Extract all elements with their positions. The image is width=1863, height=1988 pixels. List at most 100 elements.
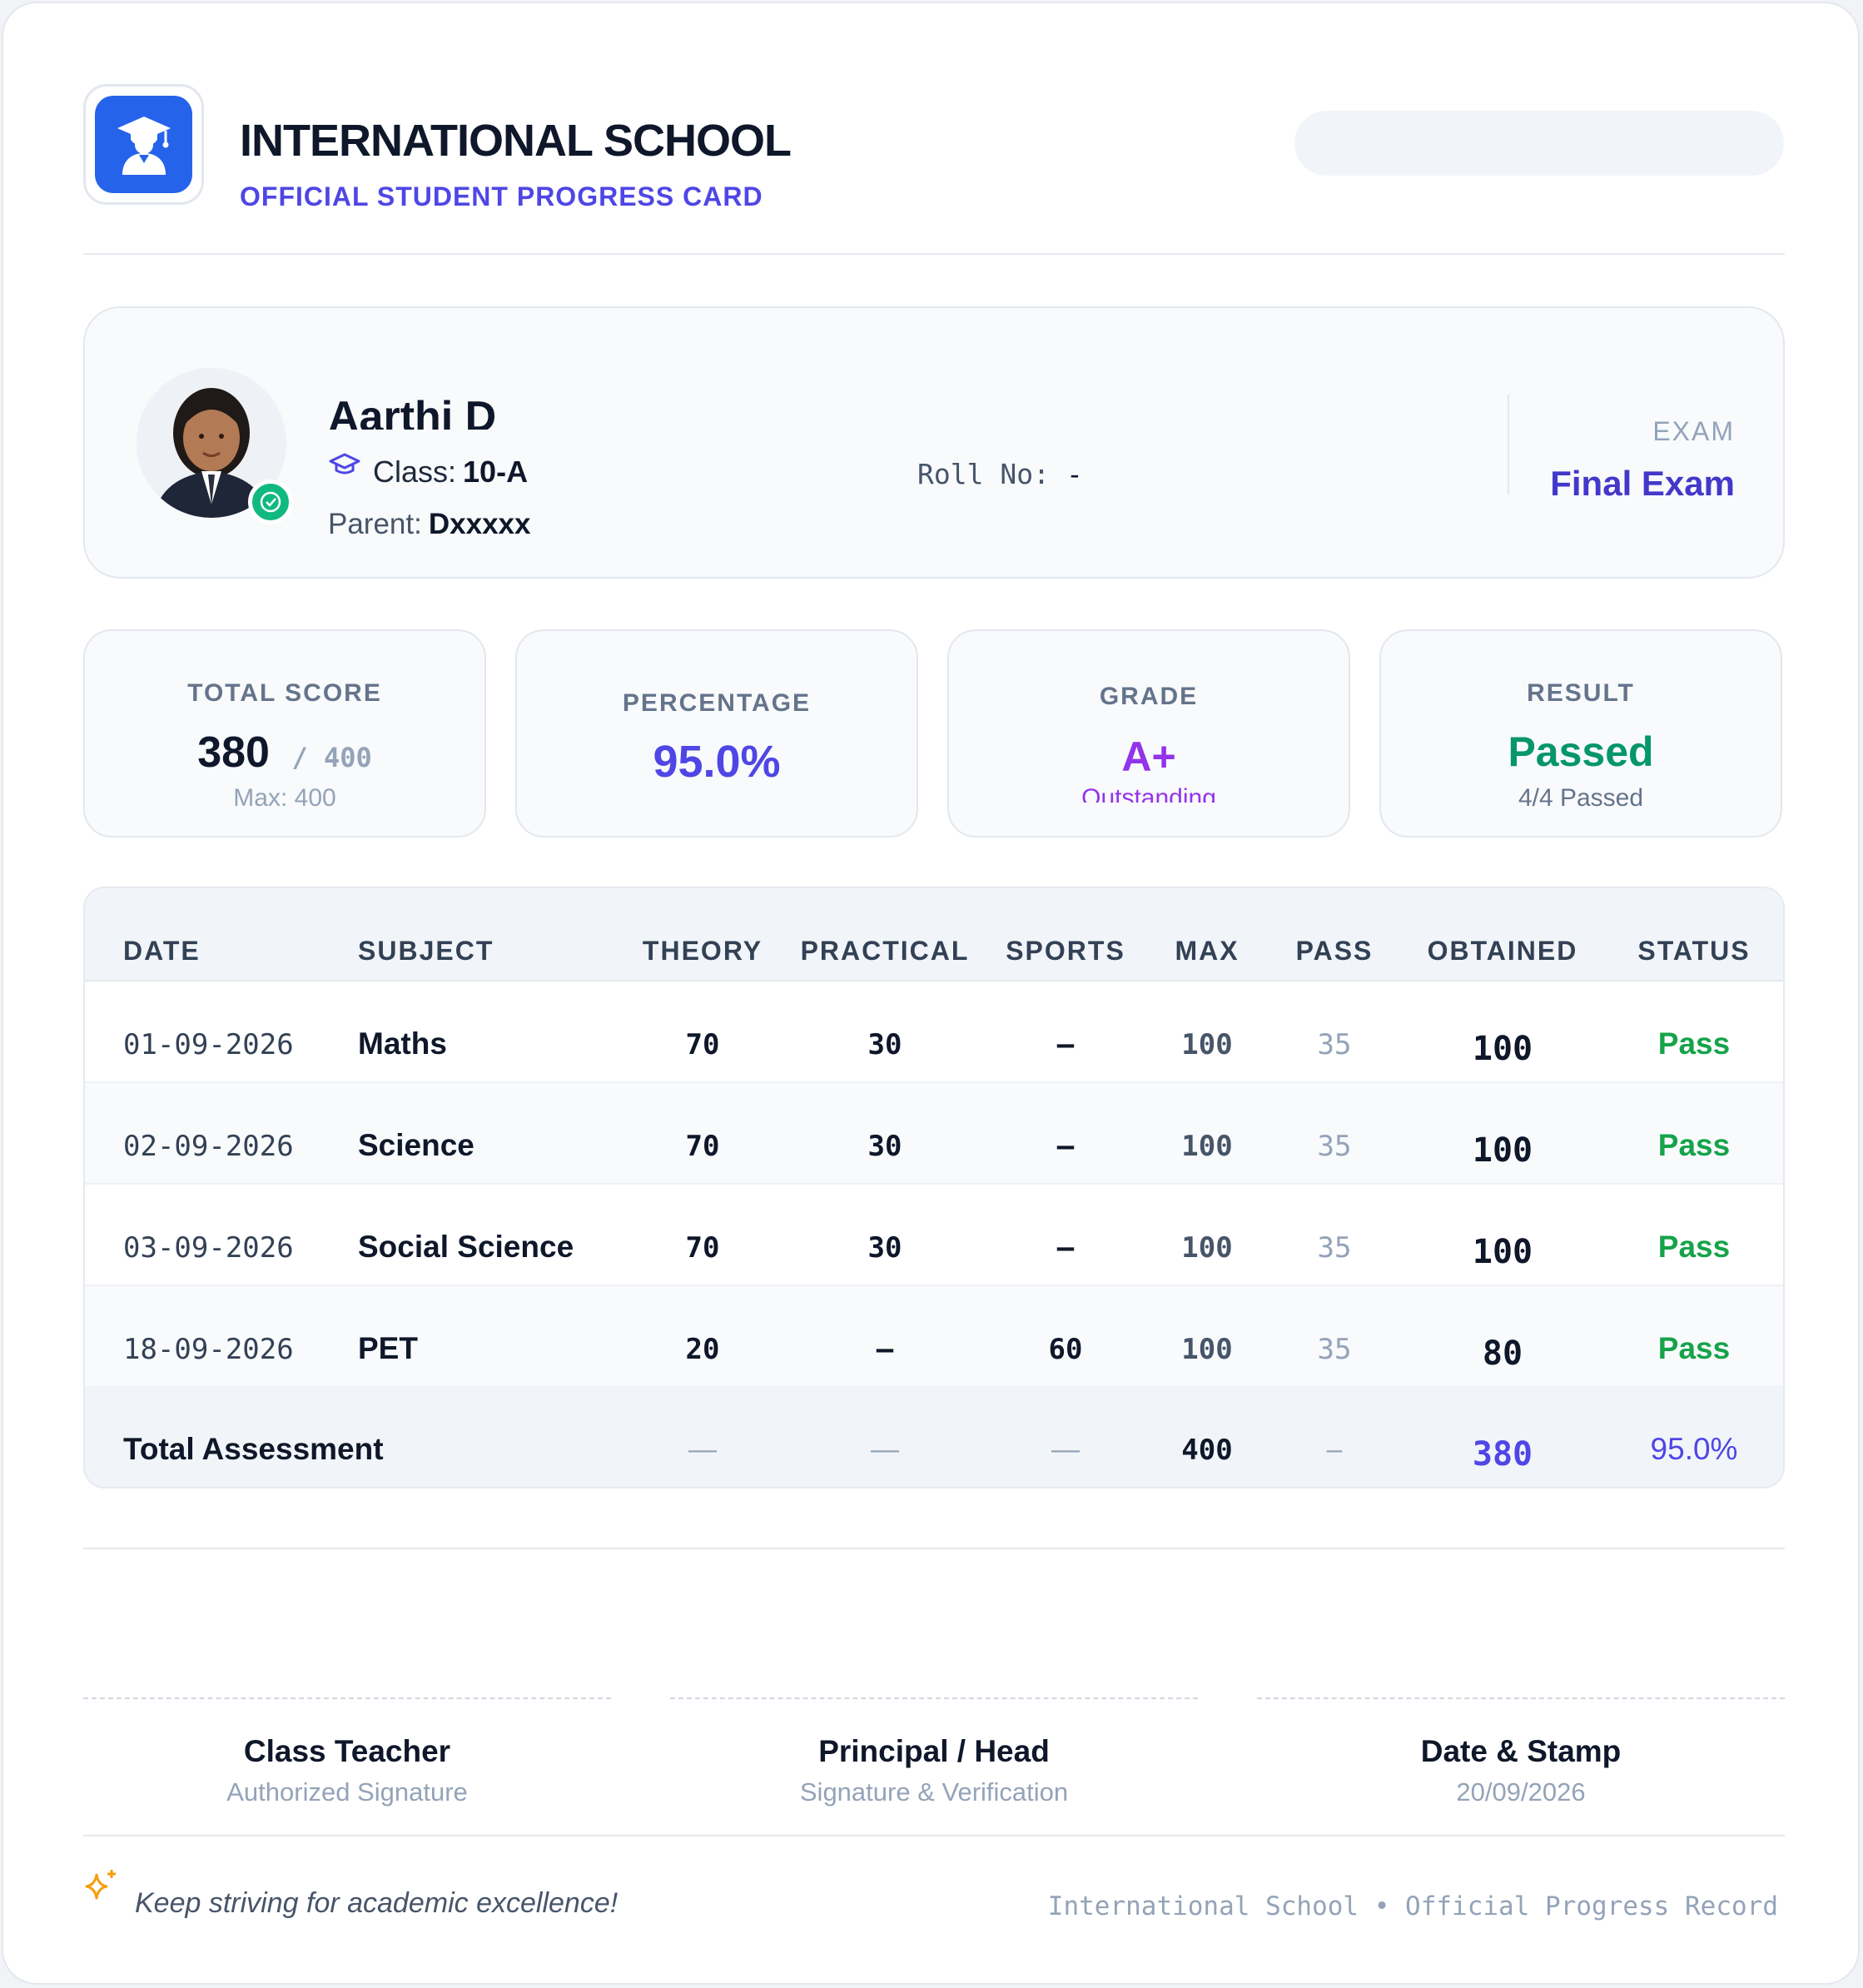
row-theory: 70 bbox=[685, 1231, 720, 1265]
total-score-sub: Max: 400 bbox=[233, 784, 336, 812]
row-obtained: 80 bbox=[1482, 1334, 1523, 1373]
percentage-card: PERCENTAGE 95.0% bbox=[515, 629, 918, 837]
row-subject: PET bbox=[358, 1331, 418, 1365]
signature-title: Class Teacher bbox=[243, 1734, 451, 1768]
row-max: 100 bbox=[1181, 1130, 1233, 1163]
total-sports: — bbox=[1051, 1434, 1080, 1465]
panel-separator bbox=[1508, 395, 1509, 495]
student-name: Aarthi D bbox=[328, 393, 497, 430]
table-row: 03-09-2026 Social Science 70 30 – 100 35… bbox=[85, 1185, 1783, 1286]
footer-divider bbox=[83, 1835, 1785, 1836]
total-max: 400 bbox=[1181, 1434, 1233, 1467]
row-date: 02-09-2026 bbox=[123, 1130, 294, 1163]
row-max: 100 bbox=[1181, 1231, 1233, 1265]
total-score-out-of: / 400 bbox=[291, 742, 372, 773]
row-pass: 35 bbox=[1317, 1130, 1352, 1163]
row-practical: – bbox=[876, 1333, 894, 1366]
total-percentage: 95.0% bbox=[1650, 1432, 1738, 1466]
footer-record: International School • Official Progress… bbox=[1047, 1891, 1778, 1921]
class-row: Class: 10-A bbox=[328, 453, 529, 490]
grade-card: GRADE A+ Outstanding bbox=[947, 629, 1350, 837]
row-status: Pass bbox=[1657, 1331, 1731, 1365]
graduation-cap-icon bbox=[329, 453, 360, 475]
roll-value: - bbox=[1066, 458, 1083, 490]
result-card: RESULT Passed 4/4 Passed bbox=[1379, 629, 1782, 837]
table-header: DATE SUBJECT THEORY PRACTICAL SPORTS MAX… bbox=[85, 888, 1783, 982]
result-label: RESULT bbox=[1527, 679, 1635, 707]
card-subtitle: OFFICIAL STUDENT PROGRESS CARD bbox=[240, 181, 763, 211]
student-info-panel: Aarthi D Class: 10-A Parent: Dxxxxx Roll… bbox=[83, 306, 1785, 579]
parent-value: Dxxxxx bbox=[428, 508, 531, 540]
signature-line bbox=[670, 1697, 1198, 1699]
signature-class-teacher: Class Teacher Authorized Signature bbox=[83, 1697, 611, 1807]
signature-line bbox=[1257, 1697, 1785, 1699]
total-score-label: TOTAL SCORE bbox=[187, 679, 382, 707]
sparkle-icon bbox=[85, 1870, 116, 1900]
signature-title: Principal / Head bbox=[818, 1734, 1050, 1768]
row-practical: 30 bbox=[867, 1231, 902, 1265]
total-pass: – bbox=[1326, 1434, 1343, 1465]
percentage-value: 95.0% bbox=[653, 737, 781, 787]
col-max: MAX bbox=[1175, 936, 1240, 966]
school-logo bbox=[83, 84, 204, 205]
class-value: 10-A bbox=[463, 455, 529, 489]
row-sports: – bbox=[1056, 1231, 1075, 1265]
signature-principal: Principal / Head Signature & Verificatio… bbox=[670, 1697, 1198, 1807]
roll-number: Roll No: - bbox=[917, 458, 1083, 490]
row-status: Pass bbox=[1657, 1128, 1731, 1162]
row-practical: 30 bbox=[867, 1028, 902, 1061]
row-sports: – bbox=[1056, 1028, 1075, 1061]
grade-value: A+ bbox=[1121, 733, 1176, 780]
col-pass: PASS bbox=[1295, 936, 1374, 966]
footer-quote: Keep striving for academic excellence! bbox=[135, 1887, 619, 1919]
parent-row: Parent: Dxxxxx bbox=[328, 508, 530, 541]
row-max: 100 bbox=[1181, 1333, 1233, 1366]
row-practical: 30 bbox=[867, 1130, 902, 1163]
col-status: STATUS bbox=[1637, 936, 1751, 966]
exam-label: EXAM bbox=[1652, 416, 1735, 446]
class-label: Class: bbox=[373, 455, 457, 489]
row-date: 01-09-2026 bbox=[123, 1028, 294, 1061]
signature-sub: Authorized Signature bbox=[226, 1777, 468, 1807]
progress-card: INTERNATIONAL SCHOOL OFFICIAL STUDENT PR… bbox=[2, 2, 1860, 1985]
row-obtained: 100 bbox=[1472, 1030, 1533, 1068]
row-status: Pass bbox=[1657, 1026, 1731, 1061]
school-name: INTERNATIONAL SCHOOL bbox=[240, 116, 792, 166]
table-row: 02-09-2026 Science 70 30 – 100 35 100 Pa… bbox=[85, 1083, 1783, 1185]
total-label: Total Assessment bbox=[123, 1432, 384, 1466]
row-sports: 60 bbox=[1048, 1333, 1083, 1366]
total-practical: — bbox=[871, 1434, 899, 1465]
total-score-number: 380 bbox=[197, 728, 270, 777]
signature-date-stamp: Date & Stamp 20/09/2026 bbox=[1257, 1697, 1785, 1807]
exam-value: Final Exam bbox=[1550, 464, 1735, 503]
result-sub: 4/4 Passed bbox=[1518, 784, 1644, 812]
row-date: 18-09-2026 bbox=[123, 1333, 294, 1366]
check-circle-icon bbox=[248, 480, 293, 524]
row-theory: 20 bbox=[685, 1333, 720, 1366]
col-subject: SUBJECT bbox=[358, 936, 494, 966]
total-obtained: 380 bbox=[1472, 1435, 1533, 1474]
row-theory: 70 bbox=[685, 1028, 720, 1061]
total-score-value: 380 / 400 bbox=[85, 728, 484, 778]
roll-label: Roll No: bbox=[917, 458, 1050, 490]
row-subject: Maths bbox=[358, 1026, 447, 1061]
row-pass: 35 bbox=[1317, 1028, 1352, 1061]
col-practical: PRACTICAL bbox=[800, 936, 970, 966]
col-obtained: OBTAINED bbox=[1427, 936, 1578, 966]
row-pass: 35 bbox=[1317, 1231, 1352, 1265]
total-score-card: TOTAL SCORE 380 / 400 Max: 400 bbox=[83, 629, 486, 837]
table-row: 18-09-2026 PET 20 – 60 100 35 80 Pass bbox=[85, 1286, 1783, 1388]
graduate-student-icon bbox=[95, 96, 192, 193]
grade-label: GRADE bbox=[1099, 683, 1199, 710]
row-obtained: 100 bbox=[1472, 1131, 1533, 1170]
header-placeholder-pill bbox=[1294, 111, 1784, 176]
grade-sub: Outstanding bbox=[1081, 784, 1216, 803]
signature-line bbox=[83, 1697, 611, 1699]
col-theory: THEORY bbox=[642, 936, 763, 966]
signature-sub: Signature & Verification bbox=[799, 1777, 1069, 1807]
header-divider bbox=[83, 253, 1785, 255]
row-subject: Science bbox=[358, 1128, 474, 1162]
percentage-label: PERCENTAGE bbox=[622, 689, 812, 717]
row-date: 03-09-2026 bbox=[123, 1231, 294, 1265]
signature-title: Date & Stamp bbox=[1420, 1734, 1622, 1768]
